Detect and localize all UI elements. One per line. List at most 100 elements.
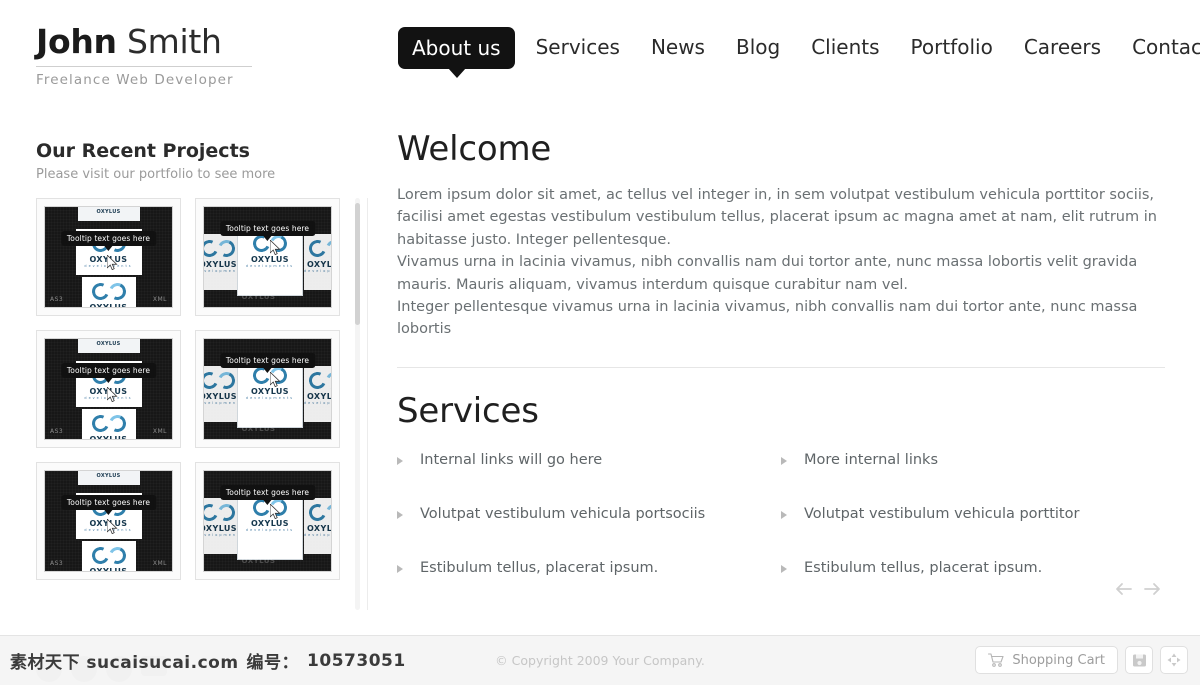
project-thumbnail[interactable]: OXYLUSdevelopments OXYLUSdevelopments OX…: [195, 462, 340, 580]
triangle-right-icon: [781, 456, 787, 465]
tech-label-right: XML: [152, 296, 167, 303]
brand-name: OXYLUS: [89, 567, 128, 572]
arrow-left-icon[interactable]: [1114, 582, 1132, 596]
save-button[interactable]: [1125, 646, 1153, 674]
oxylus-rings-icon: [82, 544, 136, 567]
move-arrows-icon: [1167, 653, 1181, 667]
thumbnail-tooltip: Tooltip text goes here: [219, 485, 316, 505]
brand-wordmark: OXYLUSdevelopments: [238, 387, 302, 400]
project-preview: OXYLUSdevelopments OXYLUSdevelopments OX…: [203, 206, 332, 308]
paragraph-one: Lorem ipsum dolor sit amet, ac tellus ve…: [397, 187, 1157, 248]
site-logo[interactable]: John Smith Freelance Web Developer: [36, 22, 254, 88]
nav-item-clients[interactable]: Clients: [801, 27, 889, 67]
logo-title: John Smith: [36, 22, 254, 62]
brand-wordmark: OXYLUSdevelopments: [204, 524, 242, 537]
service-label: Internal links will go here: [420, 451, 603, 468]
service-label: More internal links: [804, 451, 938, 468]
brand-wordmark: OXYLUSdevelopments: [304, 524, 332, 537]
move-button[interactable]: [1160, 646, 1188, 674]
brand-name: OXYLUS: [204, 260, 237, 269]
project-thumbnail[interactable]: OXYLUSdevelopments OXYLUSdevelopments OX…: [195, 198, 340, 316]
triangle-right-icon: [397, 456, 403, 465]
project-thumbnail[interactable]: OXYLUS OXYLUSdevelopments OXYLUS AS3 XML…: [36, 330, 181, 448]
save-icon: [1132, 654, 1146, 666]
carousel-panel-right: OXYLUSdevelopments: [304, 234, 332, 290]
thumbnail-row: OXYLUS OXYLUSdevelopments OXYLUS AS3 XML…: [36, 462, 346, 580]
nav-item-services[interactable]: Services: [526, 27, 630, 67]
brand-name: OXYLUS: [251, 387, 289, 396]
shopping-cart-label: Shopping Cart: [1012, 652, 1105, 668]
brand-name: OXYLUS: [89, 303, 128, 308]
service-link[interactable]: Volutpat vestibulum vehicula portsociis: [397, 506, 781, 522]
brand-name: OXYLUS: [204, 524, 237, 533]
brand-subtitle: developments: [245, 528, 295, 532]
brand-name: OXYLUS: [307, 524, 332, 533]
carousel-panel-right: OXYLUSdevelopments: [304, 498, 332, 554]
brand-text: OXYLUS: [96, 209, 121, 215]
tech-label-left: AS3: [50, 296, 64, 303]
thumbnail-tooltip: Tooltip text goes here: [60, 363, 157, 383]
nav-item-news[interactable]: News: [641, 27, 715, 67]
nav-item-blog[interactable]: Blog: [726, 27, 790, 67]
service-link[interactable]: Estibulum tellus, placerat ipsum.: [781, 560, 1165, 576]
nav-item-about-us[interactable]: About us: [398, 27, 515, 78]
recent-projects-sidebar: Our Recent Projects Please visit our por…: [0, 120, 360, 615]
footer-actions: Shopping Cart: [975, 646, 1188, 674]
arrow-right-icon[interactable]: [1144, 582, 1162, 596]
service-label: Volutpat vestibulum vehicula portsociis: [420, 505, 706, 522]
nav-item-portfolio[interactable]: Portfolio: [901, 27, 1003, 67]
shopping-cart-button[interactable]: Shopping Cart: [975, 646, 1118, 674]
oxylus-rings-icon: [204, 501, 240, 524]
carousel-panel-right: OXYLUSdevelopments: [304, 366, 331, 422]
project-thumbnail[interactable]: OXYLUSdevelopments OXYLUSdevelopments OX…: [195, 330, 340, 448]
site-header: John Smith Freelance Web Developer About…: [0, 0, 1200, 108]
brand-subtitle: developments: [204, 269, 245, 273]
service-link[interactable]: More internal links: [781, 452, 1165, 468]
page-root: John Smith Freelance Web Developer About…: [0, 0, 1200, 685]
tech-label-left: AS3: [50, 428, 64, 435]
service-link[interactable]: Volutpat vestibulum vehicula porttitor: [781, 506, 1165, 522]
sidebar-subheading: Please visit our portfolio to see more: [36, 167, 276, 182]
brand-wordmark: OXYLUSdevelopments: [204, 392, 245, 405]
service-label: Volutpat vestibulum vehicula porttitor: [804, 505, 1080, 522]
project-preview: OXYLUS OXYLUSdevelopments OXYLUS AS3 XML…: [44, 470, 173, 572]
brand-subtitle: developments: [204, 401, 245, 405]
triangle-right-icon: [781, 510, 787, 519]
brand-name: OXYLUS: [251, 255, 289, 264]
carousel-panel-left: OXYLUSdevelopments: [204, 234, 245, 290]
project-thumbnail[interactable]: OXYLUS OXYLUSdevelopments OXYLUS AS3 XML…: [36, 462, 181, 580]
paragraph-two: Vivamus urna in lacinia vivamus, nibh co…: [397, 254, 1138, 293]
brand-name: OXYLUS: [251, 519, 289, 528]
sidebar-scrollbar[interactable]: [355, 198, 360, 610]
tech-label-left: AS3: [50, 560, 64, 567]
brand-text: OXYLUS: [96, 341, 121, 347]
services-heading: Services: [397, 390, 539, 431]
watermark-site: 素材天下 sucaisucai.com: [10, 653, 239, 673]
reflection-text: OXYLUS: [241, 425, 276, 433]
brand-subtitle: developments: [245, 264, 295, 268]
sidebar-heading: Our Recent Projects: [36, 140, 250, 162]
preview-panel-top: OXYLUS: [77, 471, 140, 485]
oxylus-rings-icon: [82, 280, 136, 303]
reflection-text: OXYLUS: [241, 557, 276, 565]
project-thumbnail[interactable]: OXYLUS OXYLUSdevelopments OXYLUS AS3 XML…: [36, 198, 181, 316]
watermark-id-label: 编号：: [246, 653, 300, 673]
nav-item-contact[interactable]: Contact: [1122, 27, 1200, 67]
brand-subtitle: developments: [304, 269, 332, 273]
intro-paragraphs: Lorem ipsum dolor sit amet, ac tellus ve…: [397, 184, 1165, 341]
main-content: Welcome Lorem ipsum dolor sit amet, ac t…: [397, 128, 1165, 614]
brand-wordmark: OXYLUSdevelopments: [204, 260, 245, 273]
logo-first-name: John: [36, 22, 117, 61]
scrollbar-thumb[interactable]: [355, 203, 360, 325]
service-link[interactable]: Estibulum tellus, placerat ipsum.: [397, 560, 781, 576]
preview-panel-bottom: OXYLUS: [81, 409, 136, 439]
nav-item-careers[interactable]: Careers: [1014, 27, 1111, 67]
service-link[interactable]: Internal links will go here: [397, 452, 781, 468]
brand-wordmark: OXYLUS: [82, 567, 136, 572]
oxylus-rings-icon: [204, 237, 240, 260]
thumbnail-tooltip: Tooltip text goes here: [60, 231, 157, 251]
column-divider: [367, 198, 368, 610]
logo-divider: [36, 66, 252, 67]
mouse-cursor-icon: [107, 519, 118, 534]
thumbnail-tooltip: Tooltip text goes here: [219, 221, 316, 241]
